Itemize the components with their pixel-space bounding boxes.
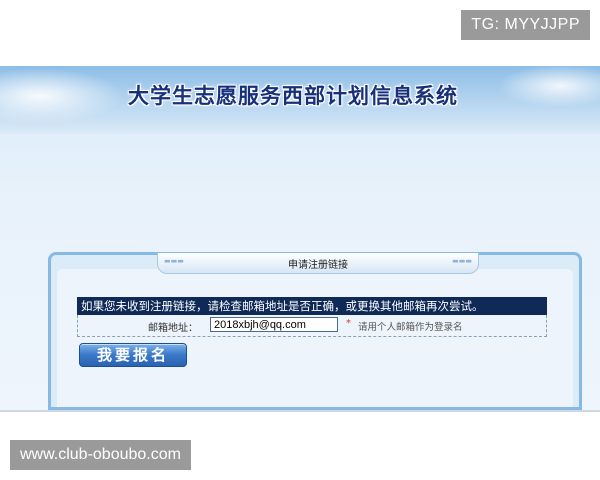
panel-header-tab: ▬▬▬ 申请注册链接 ▬▬▬ (157, 253, 479, 274)
tab-decoration-left-icon: ▬▬▬ (164, 257, 184, 265)
panel-body (57, 269, 573, 407)
email-form-row: 邮箱地址： * 请用个人邮箱作为登录名 (77, 315, 547, 337)
panel-title: 申请注册链接 (288, 260, 348, 271)
email-label: 邮箱地址： (148, 323, 198, 334)
header-banner: 大学生志愿服务西部计划信息系统 (0, 66, 600, 134)
tab-decoration-right-icon: ▬▬▬ (452, 257, 472, 265)
registration-panel: ▬▬▬ 申请注册链接 ▬▬▬ 如果您未收到注册链接，请检查邮箱地址是否正确，或更… (48, 252, 582, 410)
tg-watermark-badge: TG: MYYJJPP (461, 10, 590, 40)
bottom-divider (0, 410, 600, 412)
email-hint: 请用个人邮箱作为登录名 (358, 322, 463, 333)
system-title: 大学生志愿服务西部计划信息系统 (128, 84, 458, 108)
site-watermark-badge: www.club-oboubo.com (10, 440, 191, 470)
email-input[interactable] (210, 317, 338, 332)
signup-button[interactable]: 我要报名 (79, 343, 187, 367)
app-screen: 大学生志愿服务西部计划信息系统 ▬▬▬ 申请注册链接 ▬▬▬ 如果您未收到注册链… (0, 66, 600, 410)
required-asterisk-icon: * (346, 318, 351, 329)
notice-message: 如果您未收到注册链接，请检查邮箱地址是否正确，或更换其他邮箱再次尝试。 (77, 297, 547, 315)
